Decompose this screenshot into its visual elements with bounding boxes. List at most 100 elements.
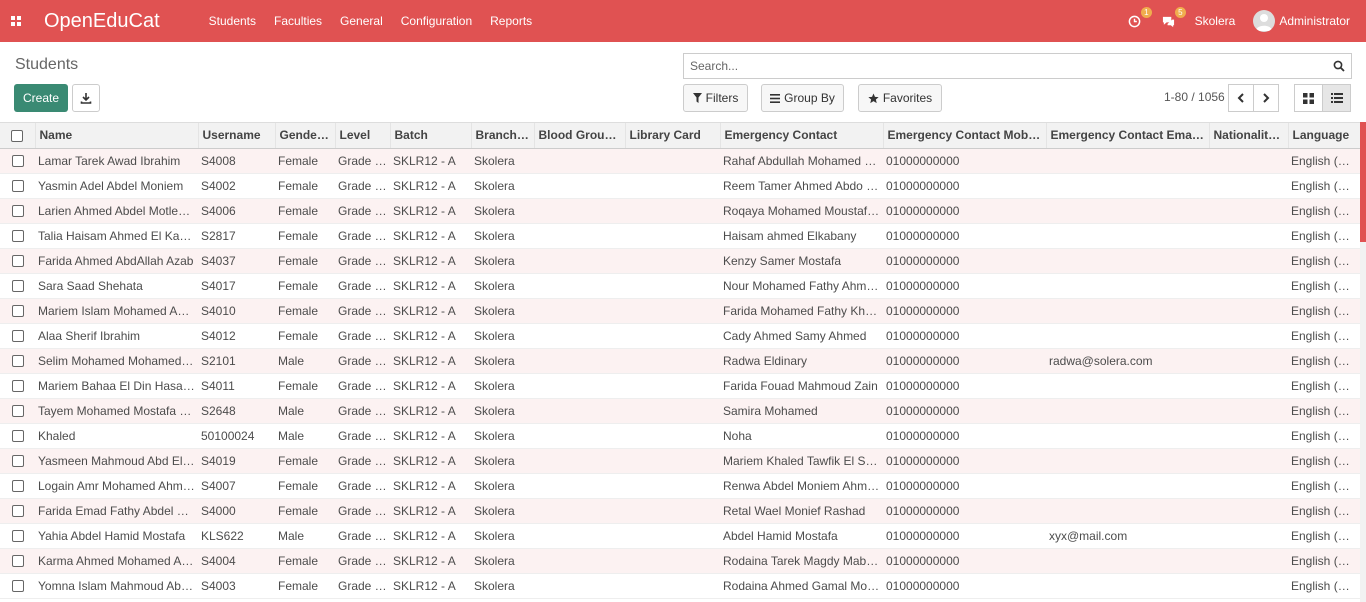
cell-level[interactable]: Grade … xyxy=(335,398,390,424)
cell-library-card[interactable] xyxy=(625,423,720,449)
pager-previous-button[interactable] xyxy=(1228,84,1254,112)
export-download-button[interactable] xyxy=(72,84,100,112)
cell-emergency-mobile[interactable]: 01000000000 xyxy=(883,298,1046,324)
cell-library-card[interactable] xyxy=(625,298,720,324)
cell-name[interactable]: Yahia Abdel Hamid Mostafa xyxy=(35,523,198,549)
table-row[interactable]: Mariem Islam Mohamed Ah… S4010 Female Grade… xyxy=(0,298,1360,324)
cell-level[interactable]: Grade … xyxy=(335,548,390,574)
cell-username[interactable]: S4002 xyxy=(198,173,275,199)
search-icon[interactable] xyxy=(1333,60,1345,72)
cell-branch[interactable]: Skolera xyxy=(471,223,534,249)
company-switcher[interactable]: Skolera xyxy=(1195,14,1236,28)
cell-branch[interactable]: Skolera xyxy=(471,198,534,224)
search-input[interactable] xyxy=(690,59,1333,73)
cell-library-card[interactable] xyxy=(625,548,720,574)
cell-emergency-mobile[interactable]: 01000000000 xyxy=(883,548,1046,574)
cell-blood-group[interactable] xyxy=(534,398,625,424)
cell-emergency-contact[interactable]: Kenzy Samer Mostafa xyxy=(720,248,883,274)
cell-name[interactable]: Logain Amr Mohamed Ahm… xyxy=(35,473,198,499)
cell-emergency-mobile[interactable]: 01000000000 xyxy=(883,348,1046,374)
cell-nationality[interactable] xyxy=(1209,373,1288,399)
cell-gender[interactable]: Female xyxy=(275,298,335,324)
cell-batch[interactable]: SKLR12 - A xyxy=(390,398,471,424)
cell-batch[interactable]: SKLR12 - A xyxy=(390,523,471,549)
row-checkbox[interactable] xyxy=(11,530,24,543)
table-row[interactable]: Mariem Bahaa El Din Hasa… S4011 Female Grad… xyxy=(0,373,1360,399)
cell-nationality[interactable] xyxy=(1209,223,1288,249)
table-row[interactable]: Sara Saad Shehata S4017 Female Grade … SKLR1… xyxy=(0,273,1360,299)
cell-emergency-email[interactable] xyxy=(1046,223,1209,249)
cell-language[interactable]: English (US) xyxy=(1288,298,1360,324)
cell-emergency-mobile[interactable]: 01000000000 xyxy=(883,198,1046,224)
cell-username[interactable]: S2648 xyxy=(198,398,275,424)
cell-branch[interactable]: Skolera xyxy=(471,298,534,324)
table-row[interactable]: Larien Ahmed Abdel Motleb… S4006 Female Gra… xyxy=(0,198,1360,224)
table-row[interactable]: Farida Emad Fathy Abdel H… S4000 Female Gra… xyxy=(0,498,1360,524)
cell-branch[interactable]: Skolera xyxy=(471,348,534,374)
cell-emergency-mobile[interactable]: 01000000000 xyxy=(883,373,1046,399)
cell-emergency-contact[interactable]: Reem Tamer Ahmed Abdo … xyxy=(720,173,883,199)
cell-gender[interactable]: Male xyxy=(275,423,335,449)
cell-library-card[interactable] xyxy=(625,373,720,399)
cell-library-card[interactable] xyxy=(625,248,720,274)
cell-emergency-mobile[interactable]: 01000000000 xyxy=(883,223,1046,249)
cell-blood-group[interactable] xyxy=(534,523,625,549)
cell-username[interactable]: S4012 xyxy=(198,323,275,349)
cell-nationality[interactable] xyxy=(1209,198,1288,224)
cell-gender[interactable]: Female xyxy=(275,273,335,299)
cell-gender[interactable]: Male xyxy=(275,398,335,424)
cell-batch[interactable]: SKLR12 - A xyxy=(390,548,471,574)
cell-level[interactable]: Grade … xyxy=(335,298,390,324)
cell-nationality[interactable] xyxy=(1209,448,1288,474)
table-row[interactable]: Lamar Tarek Awad Ibrahim S4008 Female Grade… xyxy=(0,148,1360,174)
cell-language[interactable]: English (US) xyxy=(1288,173,1360,199)
cell-batch[interactable]: SKLR12 - A xyxy=(390,198,471,224)
cell-name[interactable]: Alaa Sherif Ibrahim xyxy=(35,323,198,349)
cell-level[interactable]: Grade … xyxy=(335,423,390,449)
activity-clock-icon[interactable]: 1 xyxy=(1127,7,1152,29)
table-row[interactable]: Tayem Mohamed Mostafa … S2648 Male Grade … S… xyxy=(0,398,1360,424)
cell-nationality[interactable] xyxy=(1209,323,1288,349)
cell-emergency-mobile[interactable]: 01000000000 xyxy=(883,523,1046,549)
cell-blood-group[interactable] xyxy=(534,148,625,174)
cell-name[interactable]: Selim Mohamed Mohamed … xyxy=(35,348,198,374)
cell-language[interactable]: English (US) xyxy=(1288,573,1360,599)
cell-level[interactable]: Grade … xyxy=(335,223,390,249)
cell-language[interactable]: English (US) xyxy=(1288,473,1360,499)
cell-branch[interactable]: Skolera xyxy=(471,473,534,499)
cell-name[interactable]: Yasmeen Mahmoud Abd El-… xyxy=(35,448,198,474)
cell-batch[interactable]: SKLR12 - A xyxy=(390,223,471,249)
cell-language[interactable]: English (US) xyxy=(1288,448,1360,474)
cell-library-card[interactable] xyxy=(625,273,720,299)
table-row[interactable]: Khaled 50100024 Male Grade … SKLR12 - A Skole… xyxy=(0,423,1360,449)
cell-username[interactable]: 50100024 xyxy=(198,423,275,449)
cell-username[interactable]: S4019 xyxy=(198,448,275,474)
table-row[interactable]: Alaa Sherif Ibrahim S4012 Female Grade … SKL… xyxy=(0,323,1360,349)
cell-gender[interactable]: Female xyxy=(275,448,335,474)
cell-emergency-mobile[interactable]: 01000000000 xyxy=(883,448,1046,474)
cell-nationality[interactable] xyxy=(1209,498,1288,524)
table-row[interactable]: Selim Mohamed Mohamed … S2101 Male Grade … S… xyxy=(0,348,1360,374)
cell-level[interactable]: Grade … xyxy=(335,573,390,599)
list-view-button[interactable] xyxy=(1322,84,1351,112)
cell-nationality[interactable] xyxy=(1209,523,1288,549)
cell-gender[interactable]: Female xyxy=(275,173,335,199)
row-checkbox[interactable] xyxy=(11,555,24,568)
cell-emergency-contact[interactable]: Noha xyxy=(720,423,883,449)
cell-library-card[interactable] xyxy=(625,398,720,424)
cell-blood-group[interactable] xyxy=(534,273,625,299)
cell-name[interactable]: Sara Saad Shehata xyxy=(35,273,198,299)
column-header-batch[interactable]: Batch xyxy=(390,123,472,149)
cell-emergency-email[interactable] xyxy=(1046,323,1209,349)
cell-language[interactable]: English (US) xyxy=(1288,348,1360,374)
favorites-button[interactable]: Favorites xyxy=(858,84,942,112)
table-row[interactable]: Yahia Abdel Hamid Mostafa KLS622 Male Grade… xyxy=(0,523,1360,549)
cell-library-card[interactable] xyxy=(625,323,720,349)
cell-branch[interactable]: Skolera xyxy=(471,323,534,349)
cell-branch[interactable]: Skolera xyxy=(471,448,534,474)
cell-level[interactable]: Grade … xyxy=(335,523,390,549)
menu-students[interactable]: Students xyxy=(200,0,265,42)
cell-blood-group[interactable] xyxy=(534,198,625,224)
column-header-emergency-email[interactable]: Emergency Contact Emai… xyxy=(1046,123,1210,149)
cell-batch[interactable]: SKLR12 - A xyxy=(390,573,471,599)
